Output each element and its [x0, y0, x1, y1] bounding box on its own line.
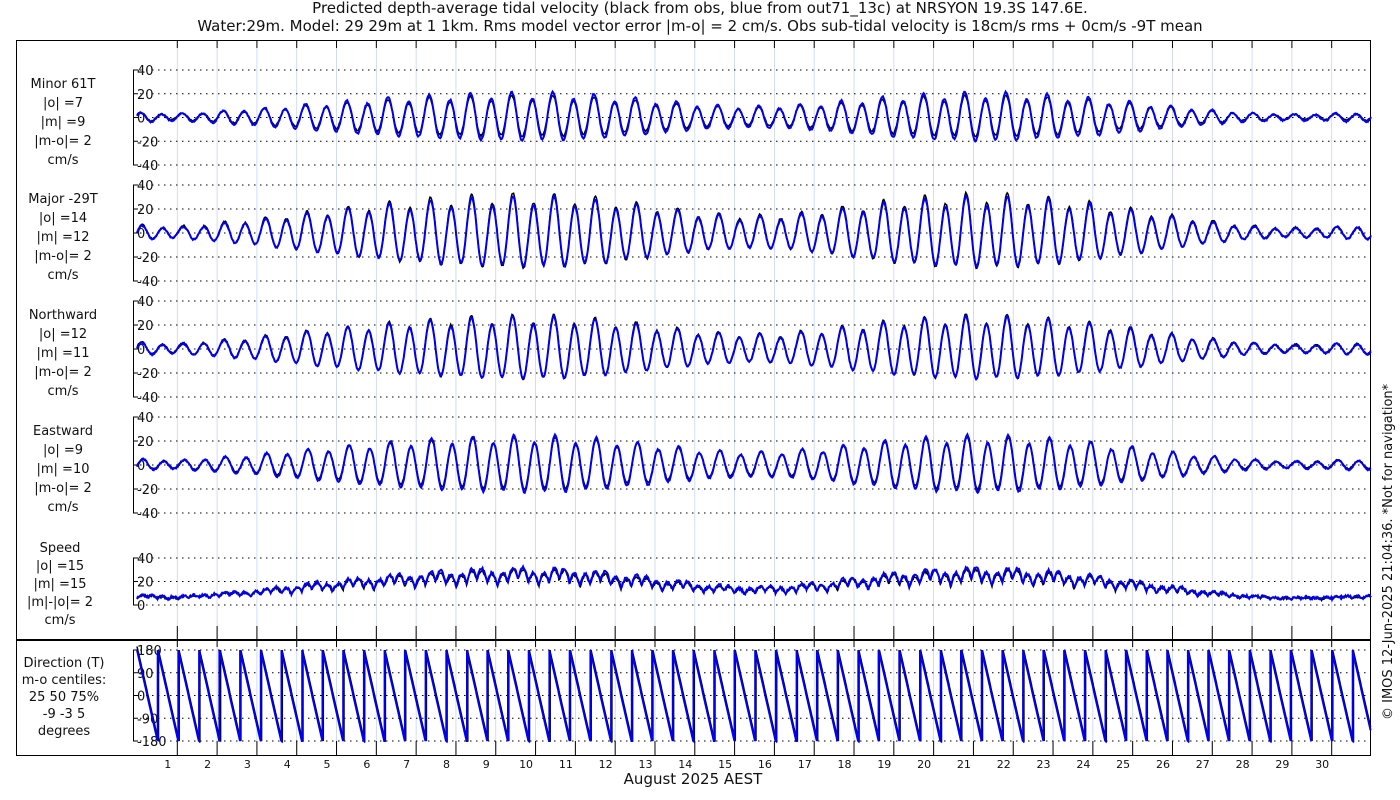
panel-direction: 180900-90-180Direction (T)m-o centiles:2… — [22, 644, 1372, 750]
panel-label: |m| =12 — [37, 230, 90, 245]
x-tick-label: 19 — [877, 758, 891, 771]
model-series-line — [136, 89, 1372, 143]
y-tick-label: 20 — [137, 203, 154, 218]
panel-label: cm/s — [45, 613, 76, 628]
tidal-velocity-chart: 1 2 3 4 5 6 7 8 9 10 11 12 13 14 15 16 17 18 19 20 21 22 23 24 2… — [16, 40, 1396, 788]
obs-series-line — [136, 567, 1372, 603]
model-series-line — [136, 564, 1372, 603]
y-tick-label: -40 — [137, 507, 158, 522]
panel-major: 40200-20-40Major -29T|o| =14|m| =12|m-o|… — [28, 179, 1372, 290]
y-tick-label: 40 — [137, 552, 154, 567]
x-tick-label: 7 — [403, 758, 410, 771]
x-tick-label: 25 — [1116, 758, 1130, 771]
panel-label: Major -29T — [28, 192, 97, 207]
y-tick-label: 20 — [137, 319, 154, 334]
x-tick-label: 29 — [1275, 758, 1289, 771]
panel-speed: 40 20 0 Speed |o| =15 |m| =15 |m|-|o|= 2 cm/s — [27, 541, 1372, 628]
y-tick-label: 20 — [137, 576, 154, 591]
x-tick-label: 5 — [324, 758, 331, 771]
panel-label: |o| =15 — [36, 559, 84, 574]
x-tick-label: 3 — [244, 758, 251, 771]
x-tick-label: 27 — [1196, 758, 1210, 771]
y-tick-label: 0 — [137, 690, 145, 705]
x-tick-label: 30 — [1315, 758, 1329, 771]
x-tick-label: 10 — [519, 758, 533, 771]
panel-label: Eastward — [33, 424, 93, 439]
model-series-line — [136, 193, 1372, 269]
panel-label: cm/s — [48, 268, 79, 283]
x-tick-label: 11 — [559, 758, 573, 771]
panel-label: degrees — [38, 724, 91, 739]
panel-label: |o| =12 — [39, 327, 87, 342]
model-series-line — [136, 314, 1372, 381]
y-tick-label: -40 — [137, 159, 158, 174]
x-tick-label: 23 — [1037, 758, 1051, 771]
x-tick-label: 4 — [284, 758, 291, 771]
panel-label: |m| =9 — [41, 115, 86, 130]
x-tick-label: 21 — [957, 758, 971, 771]
panel-label: |m| =10 — [37, 462, 90, 477]
panel-northward: 40200-20-40Northward|o| =12|m| =11|m-o|=… — [29, 295, 1372, 406]
panel-label: |o| =9 — [43, 443, 83, 458]
panel-label: |m-o|= 2 — [34, 481, 92, 496]
x-tick-label: 22 — [997, 758, 1011, 771]
panel-label: Minor 61T — [31, 77, 96, 92]
y-tick-label: -180 — [137, 735, 167, 750]
obs-series-line — [136, 435, 1372, 492]
y-tick-label: -40 — [137, 275, 158, 290]
y-tick-label: 20 — [137, 435, 154, 450]
y-tick-label: -20 — [137, 251, 158, 266]
x-tick-label: 2 — [204, 758, 211, 771]
x-tick-label: 26 — [1156, 758, 1170, 771]
y-tick-label: 40 — [137, 411, 154, 426]
panel-label: m-o centiles: — [22, 673, 107, 688]
x-tick-label: 12 — [599, 758, 613, 771]
panel-minor: 40200-20-40Minor 61T|o| =7|m| =9|m-o|= 2… — [31, 64, 1372, 174]
x-tick-label: 20 — [917, 758, 931, 771]
panel-eastward: 40200-20-40Eastward|o| =9|m| =10|m-o|= 2… — [33, 411, 1372, 522]
model-series-line — [136, 432, 1372, 495]
panel-label: |m| =15 — [34, 577, 87, 592]
panel-label: Northward — [29, 308, 97, 323]
y-tick-label: -20 — [137, 135, 158, 150]
panel-label: cm/s — [48, 153, 79, 168]
panel-label: |m| =11 — [37, 346, 90, 361]
panel-label: cm/s — [48, 500, 79, 515]
panel-label: -9 -3 5 — [43, 707, 85, 722]
x-tick-label: 8 — [443, 758, 450, 771]
y-tick-label: 20 — [137, 88, 154, 103]
panel-label: |m|-|o|= 2 — [27, 595, 93, 610]
panel-label: |o| =14 — [39, 211, 87, 226]
y-tick-label: -40 — [137, 391, 158, 406]
panel-label: 25 50 75% — [29, 690, 99, 705]
x-axis-label: August 2025 AEST — [624, 770, 763, 788]
x-tick-label: 1 — [164, 758, 171, 771]
x-tick-label: 6 — [363, 758, 370, 771]
y-tick-label: 40 — [137, 64, 154, 79]
x-tick-label: 17 — [798, 758, 812, 771]
y-tick-label: -20 — [137, 483, 158, 498]
x-tick-label: 18 — [838, 758, 852, 771]
obs-series-line — [136, 190, 1372, 270]
panel-label: |m-o|= 2 — [34, 134, 92, 149]
panel-label: cm/s — [48, 384, 79, 399]
panel-label: |o| =7 — [43, 96, 83, 111]
y-tick-label: 40 — [137, 295, 154, 310]
x-tick-label: 9 — [483, 758, 490, 771]
copyright-note: © IMOS 12-Jun-2025 21:04:36. *Not for na… — [1381, 383, 1396, 720]
y-tick-label: 40 — [137, 179, 154, 194]
panel-label: |m-o|= 2 — [34, 365, 92, 380]
y-tick-label: 0 — [137, 599, 145, 614]
x-tick-label: 28 — [1236, 758, 1250, 771]
panel-label: Direction (T) — [24, 656, 105, 671]
panel-label: Speed — [40, 541, 81, 556]
x-tick-label: 24 — [1076, 758, 1090, 771]
y-tick-label: -20 — [137, 367, 158, 382]
panel-label: |m-o|= 2 — [34, 249, 92, 264]
